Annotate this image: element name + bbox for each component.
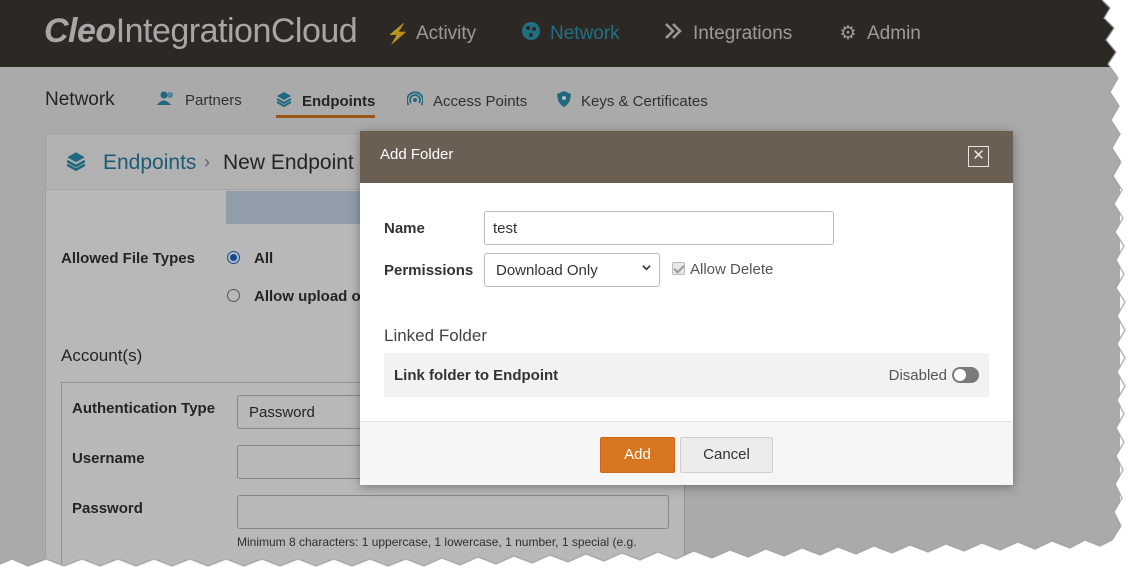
add-folder-dialog: Add Folder ✕ Name test Permissions Downl… xyxy=(360,131,1013,485)
link-folder-label: Link folder to Endpoint xyxy=(394,367,559,384)
chevron-down-icon xyxy=(642,265,651,271)
dialog-header: Add Folder ✕ xyxy=(360,131,1013,183)
cancel-button[interactable]: Cancel xyxy=(680,437,773,473)
link-folder-row: Link folder to Endpoint Disabled xyxy=(384,353,989,397)
allow-delete-checkbox[interactable] xyxy=(672,262,685,275)
link-folder-toggle[interactable] xyxy=(952,367,979,383)
dialog-footer: Add Cancel xyxy=(360,421,1013,485)
folder-name-input[interactable]: test xyxy=(484,211,834,245)
permissions-label: Permissions xyxy=(384,262,474,279)
dialog-title: Add Folder xyxy=(380,146,454,163)
name-label: Name xyxy=(384,220,425,237)
link-state-label: Disabled xyxy=(888,367,947,384)
linked-folder-title: Linked Folder xyxy=(384,326,488,345)
close-icon[interactable]: ✕ xyxy=(968,146,989,167)
permissions-value: Download Only xyxy=(496,262,598,279)
permissions-select[interactable]: Download Only xyxy=(484,253,660,287)
allow-delete-label: Allow Delete xyxy=(690,261,774,278)
add-button[interactable]: Add xyxy=(600,437,675,473)
